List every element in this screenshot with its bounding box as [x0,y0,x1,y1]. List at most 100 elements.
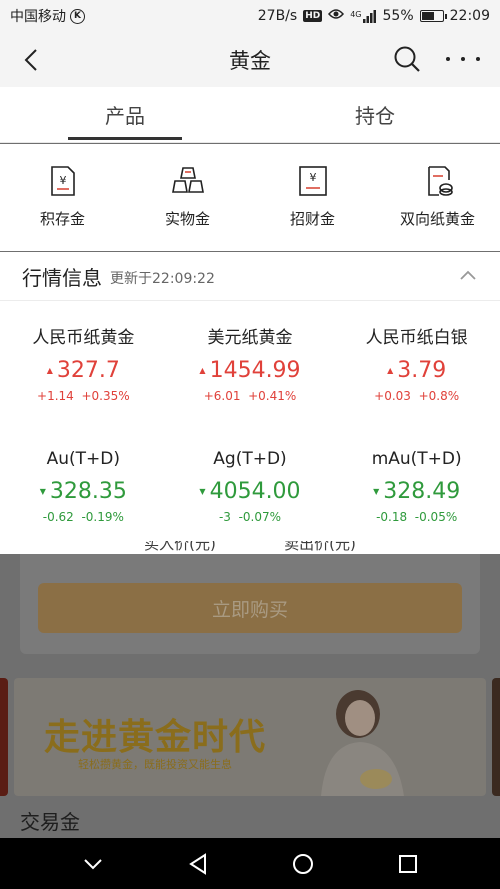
deposit-gold-icon: ¥ [50,166,75,196]
quote-percent: -0.19% [81,510,124,524]
market-info-panel: 行情信息 更新于22:09:22 人民币纸黄金 ▲ 327.7 +1.14 +0.… [0,252,500,554]
battery-percent: 55% [382,8,414,24]
hd-icon: HD [303,10,323,22]
quote-change: +0.03 [374,389,411,403]
quote-name: mAu(T+D) [371,449,462,469]
product-grid: ¥ 积存金 实物金 ¥ 招财金 双向纸黄金 [0,144,500,251]
sell-price-label: 卖出价(元) [284,541,356,553]
carrier-badge-icon: K [70,8,85,24]
quote-usd-paper-gold[interactable]: 美元纸黄金 ▲ 1454.99 +6.01 +0.41% [167,301,334,427]
triangle-down-icon: ▼ [373,487,380,496]
quote-grid: 人民币纸黄金 ▲ 327.7 +1.14 +0.35% 美元纸黄金 ▲ 1454.9… [0,301,500,553]
network-speed: 27B/s [257,8,298,24]
chevron-left-icon [24,49,37,71]
product-two-way-paper-gold[interactable]: 双向纸黄金 [375,144,500,251]
promo-carousel[interactable]: 走进黄金时代 轻松攒黄金，既能投资又能生息 [0,678,500,798]
quote-rmb-paper-silver[interactable]: 人民币纸白银 ▲ 3.79 +0.03 +0.8% [333,301,500,427]
quote-percent: -0.05% [414,510,458,524]
buy-now-button[interactable]: 立即购买 [38,583,462,633]
buy-price-label: 买入价(元) [144,541,216,553]
tab-products[interactable]: 产品 [0,87,250,142]
more-dot-icon [461,57,465,61]
market-title: 行情信息 [22,265,102,290]
quote-price: 3.79 [397,358,447,383]
product-deposit-gold[interactable]: ¥ 积存金 [0,144,125,251]
quote-price: 328.35 [49,479,127,504]
section-title-trading-gold: 交易金 [20,810,80,834]
quote-price: 327.7 [56,358,120,383]
network-type: 4G [350,9,362,19]
product-label: 招财金 [289,210,335,228]
two-way-paper-gold-icon [427,166,453,196]
tab-holdings[interactable]: 持仓 [250,87,500,142]
status-bar: 中国移动 K 27B/s HD 4G 55% 22:09 [0,0,500,32]
search-icon [394,46,420,72]
square-recents-icon [398,854,417,873]
nav-back-button[interactable] [183,849,213,879]
quote-name: 人民币纸白银 [365,328,468,348]
quote-change: -0.18 [376,510,408,524]
quote-ag-td[interactable]: Ag(T+D) ▼ 4054.00 -3 -0.07% [167,427,334,553]
chevron-down-icon [83,858,102,869]
triangle-back-icon [188,852,206,875]
product-physical-gold[interactable]: 实物金 [125,144,250,251]
triangle-up-icon: ▲ [199,366,206,375]
product-fortune-gold[interactable]: ¥ 招财金 [250,144,375,251]
more-dot-icon [476,57,480,61]
more-button[interactable] [446,44,480,74]
product-label: 双向纸黄金 [399,210,475,228]
quote-price: 4054.00 [209,479,301,504]
fortune-gold-icon: ¥ [298,166,327,196]
page-title: 黄金 [229,48,271,73]
quote-name: 人民币纸黄金 [32,328,135,348]
quote-change: -3 [218,510,231,524]
battery-icon [419,10,447,22]
triangle-down-icon: ▼ [199,487,206,496]
banner-title: 走进黄金时代 [44,717,267,758]
quote-price: 328.49 [383,479,461,504]
quote-percent: +0.35% [81,389,130,403]
price-labels: 买入价(元) 卖出价(元) [0,541,500,554]
more-dot-icon [446,57,450,61]
nav-hide-button[interactable] [78,849,108,879]
quote-mau-td[interactable]: mAu(T+D) ▼ 328.49 -0.18 -0.05% [333,427,500,553]
triangle-up-icon: ▲ [46,366,53,375]
market-header: 行情信息 更新于22:09:22 [0,252,500,301]
carrier-name: 中国移动 [10,9,66,25]
app-header: 黄金 [0,32,500,87]
quote-name: Au(T+D) [46,449,121,469]
quote-rmb-paper-gold[interactable]: 人民币纸黄金 ▲ 327.7 +1.14 +0.35% [0,301,167,427]
quote-change: +6.01 [203,389,241,403]
system-nav-bar [0,838,500,889]
back-button[interactable] [18,46,44,74]
quote-name: Ag(T+D) [213,449,287,469]
signal-icon: 4G [350,9,376,23]
triangle-down-icon: ▼ [39,487,46,496]
nav-recents-button[interactable] [393,849,423,879]
search-button[interactable] [392,44,422,74]
carousel-next-slide [492,678,500,796]
market-updated-time: 更新于22:09:22 [110,270,215,287]
woman-with-piggy-bank-image [321,690,404,796]
triangle-up-icon: ▲ [387,366,394,375]
clock: 22:09 [449,8,490,24]
quote-percent: +0.41% [248,389,297,403]
product-label: 积存金 [39,210,85,228]
eye-icon [328,8,345,24]
quote-percent: -0.07% [238,510,282,524]
quote-au-td[interactable]: Au(T+D) ▼ 328.35 -0.62 -0.19% [0,427,167,553]
promo-banner[interactable]: 走进黄金时代 轻松攒黄金，既能投资又能生息 [14,678,486,796]
nav-home-button[interactable] [288,849,318,879]
svg-text:¥: ¥ [309,171,316,184]
svg-text:¥: ¥ [59,174,66,187]
quote-change: +1.14 [37,389,74,403]
tab-bar: 产品 持仓 [0,87,500,143]
gold-bars-icon [171,167,204,193]
carousel-prev-slide [0,678,8,796]
quote-change: -0.62 [42,510,74,524]
chevron-up-icon[interactable] [458,266,478,286]
quote-percent: +0.8% [418,389,460,403]
quote-price: 1454.99 [209,358,301,383]
quote-name: 美元纸黄金 [207,328,293,348]
product-label: 实物金 [164,210,210,228]
